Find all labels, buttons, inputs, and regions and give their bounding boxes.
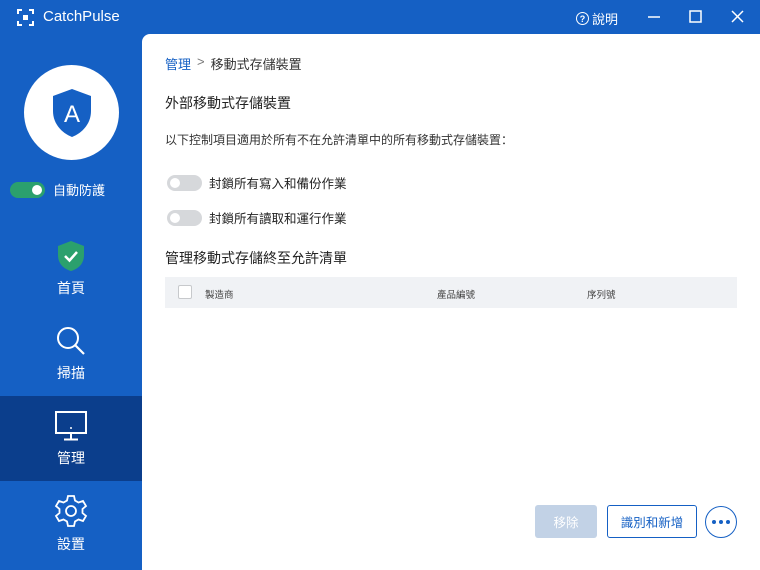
nav-item-settings[interactable]: 設置 — [0, 481, 142, 566]
select-all-checkbox[interactable] — [178, 285, 192, 299]
section-description: 以下控制項目適用於所有不在允許清單中的所有移動式存儲裝置： — [165, 133, 514, 147]
monitor-icon — [55, 410, 87, 440]
nav-item-scan[interactable]: 掃描 — [0, 311, 142, 396]
breadcrumb-parent-link[interactable]: 管理 — [165, 54, 191, 73]
toggle-switch-off[interactable] — [167, 174, 202, 191]
nav-item-manage[interactable]: 管理 — [0, 396, 142, 481]
option-label: 封鎖所有讀取和運行作業 — [209, 212, 347, 226]
column-header-product-id[interactable]: 產品編號 — [437, 287, 475, 301]
column-header-vendor[interactable]: 製造商 — [205, 287, 234, 301]
sidebar: A 自動防護 首頁 掃描 管理 設置 — [0, 34, 142, 570]
dot-icon — [712, 520, 716, 524]
gear-icon — [54, 494, 88, 527]
column-header-serial[interactable]: 序列號 — [587, 287, 616, 301]
help-button[interactable]: ? 說明 — [576, 9, 618, 28]
shield-check-icon — [58, 240, 84, 271]
close-button[interactable] — [725, 5, 749, 29]
app-logo-icon — [17, 9, 34, 26]
breadcrumb: 管理 > 移動式存儲裝置 — [165, 54, 302, 73]
option-label: 封鎖所有寫入和備份作業 — [209, 177, 347, 191]
app-title: CatchPulse — [43, 8, 120, 25]
minimize-button[interactable] — [642, 5, 666, 29]
breadcrumb-separator: > — [197, 54, 205, 69]
block-write-option[interactable]: 封鎖所有寫入和備份作業 — [167, 173, 347, 192]
block-read-option[interactable]: 封鎖所有讀取和運行作業 — [167, 208, 347, 227]
breadcrumb-current: 移動式存儲裝置 — [210, 57, 302, 72]
section-title-allowlist: 管理移動式存儲終至允許清單 — [165, 250, 347, 266]
identify-and-add-button[interactable]: 識別和新增 — [607, 505, 697, 538]
auto-protect-label: 自動防護 — [53, 183, 106, 198]
maximize-button[interactable] — [683, 5, 707, 29]
protection-status-avatar: A — [24, 65, 119, 160]
toggle-switch-off[interactable] — [167, 209, 202, 226]
shield-icon: A — [52, 88, 91, 137]
main-content: 管理 > 移動式存儲裝置 外部移動式存儲裝置 以下控制項目適用於所有不在允許清單… — [142, 34, 760, 570]
nav-item-home[interactable]: 首頁 — [0, 226, 142, 311]
allowlist-table-header: 製造商 產品編號 序列號 — [165, 277, 737, 308]
nav-item-label: 首頁 — [57, 279, 85, 296]
toggle-switch-on[interactable] — [10, 181, 45, 198]
search-icon — [57, 326, 85, 355]
title-bar: CatchPulse ? 說明 — [0, 0, 760, 34]
nav-item-label: 掃描 — [57, 364, 85, 381]
more-options-button[interactable] — [705, 506, 737, 538]
nav-item-label: 設置 — [57, 535, 85, 552]
auto-protect-toggle[interactable]: 自動防護 — [10, 180, 105, 199]
help-icon: ? — [576, 12, 589, 25]
dot-icon — [726, 520, 730, 524]
nav-item-label: 管理 — [57, 449, 85, 466]
remove-button[interactable]: 移除 — [535, 505, 597, 538]
help-label: 說明 — [592, 12, 619, 27]
section-title-external-storage: 外部移動式存儲裝置 — [165, 95, 291, 111]
dot-icon — [719, 520, 723, 524]
avatar-letter: A — [63, 101, 79, 128]
